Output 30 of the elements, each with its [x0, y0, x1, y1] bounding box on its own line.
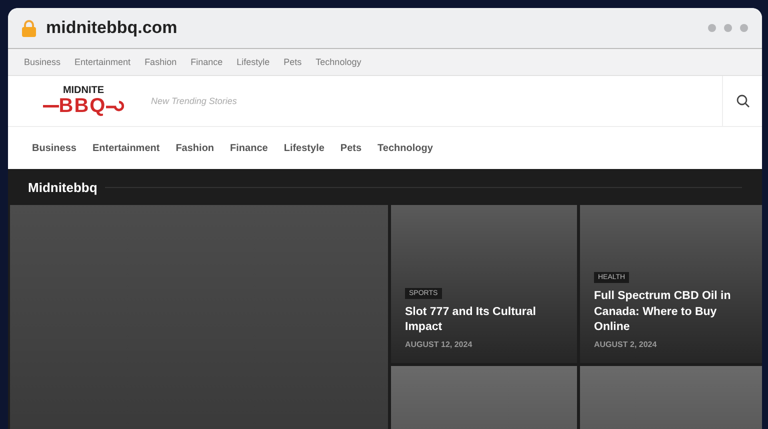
main-nav-link[interactable]: Finance [230, 142, 268, 154]
main-nav-link[interactable]: Technology [378, 142, 433, 154]
top-nav-link[interactable]: Lifestyle [236, 57, 270, 67]
top-nav-link[interactable]: Pets [284, 57, 302, 67]
window-controls-icon[interactable] [708, 24, 748, 32]
post-card[interactable] [580, 366, 762, 429]
top-nav-link[interactable]: Technology [316, 57, 362, 67]
post-title[interactable]: Full Spectrum CBD Oil in Canada: Where to Buy Online [594, 289, 748, 336]
post-title[interactable]: Slot 777 and Its Cultural Impact [405, 304, 563, 336]
tagline: New Trending Stories [151, 96, 237, 106]
top-nav-link[interactable]: Fashion [144, 57, 177, 67]
section-title: Midnitebbq [28, 180, 98, 194]
main-nav-link[interactable]: Business [32, 142, 76, 154]
post-date: AUGUST 2, 2024 [594, 340, 658, 349]
search-icon [736, 94, 750, 108]
post-date: AUGUST 12, 2024 [405, 340, 474, 349]
address-text[interactable]: midnitebbq.com [46, 18, 178, 38]
main-nav-link[interactable]: Fashion [176, 142, 214, 154]
hook-icon [106, 100, 124, 112]
main-nav-link[interactable]: Pets [340, 142, 362, 154]
top-nav-link[interactable]: Business [24, 57, 61, 67]
top-nav-link[interactable]: Entertainment [74, 57, 131, 67]
featured-post-card[interactable] [10, 205, 388, 429]
post-card[interactable] [391, 366, 577, 429]
lock-icon [22, 20, 36, 36]
top-nav-link[interactable]: Finance [190, 57, 223, 67]
main-nav-link[interactable]: Lifestyle [284, 142, 324, 154]
logo-text: BBQ [58, 96, 106, 116]
logo-text: MIDNITE [62, 86, 104, 96]
main-nav-link[interactable]: Entertainment [92, 142, 160, 154]
